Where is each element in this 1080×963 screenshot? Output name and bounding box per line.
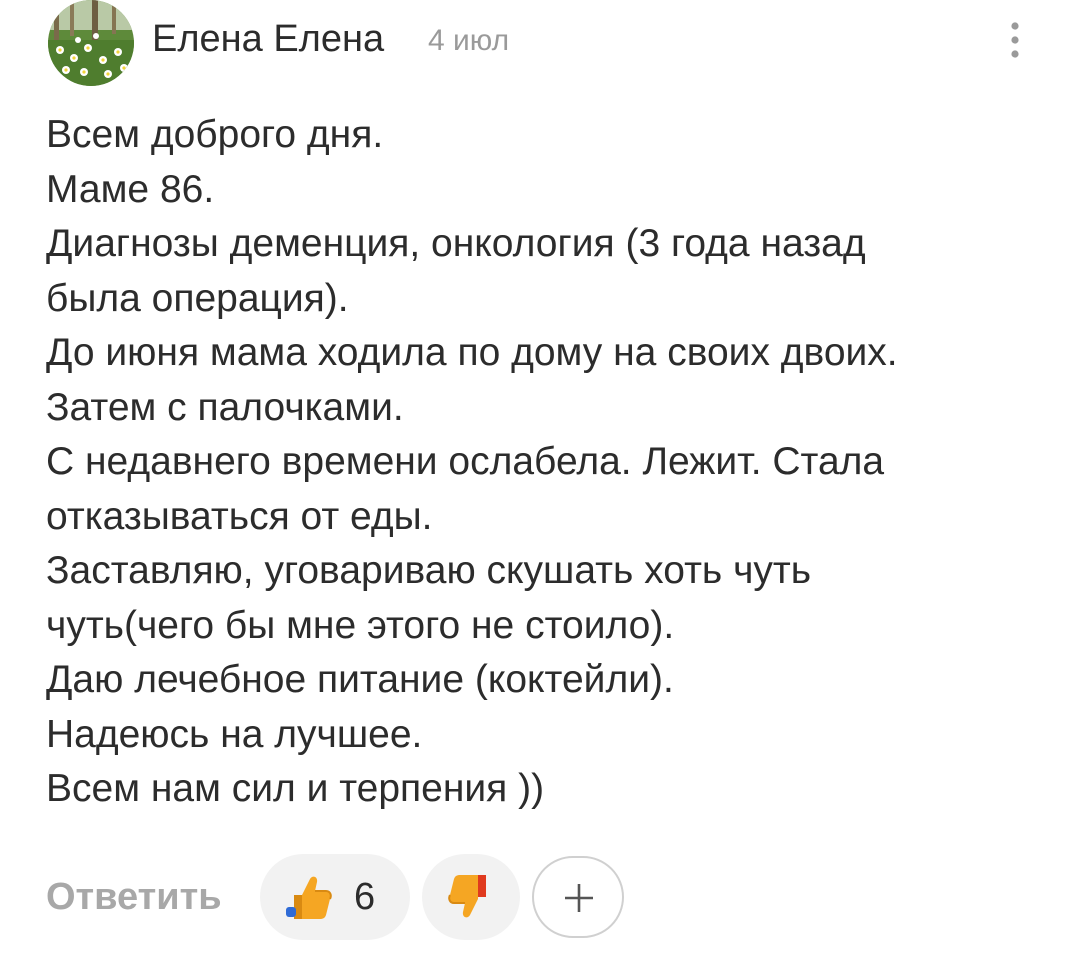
more-options-button[interactable] (998, 18, 1032, 62)
like-button[interactable]: 6 (260, 854, 410, 940)
comment-line: была операция). (46, 276, 349, 320)
comment-text: Всем доброго дня. Маме 86. Диагнозы деме… (46, 108, 1046, 817)
comment-line: С недавнего времени ослабела. Лежит. Ста… (46, 440, 885, 483)
comment-actions: Ответить 6 (46, 852, 1046, 942)
like-count: 6 (354, 876, 376, 918)
comment: Елена Елена 4 июл Всем доброго дня. Маме… (0, 0, 1080, 963)
avatar-daisies-image (48, 0, 134, 86)
comment-line: Всем доброго дня. (46, 113, 384, 156)
dislike-button[interactable] (422, 854, 520, 940)
thumbs-up-icon (286, 876, 332, 919)
comment-line: чуть(чего бы мне этого не стоило). (46, 603, 675, 647)
more-vertical-icon (1011, 22, 1019, 58)
add-reaction-button[interactable] (532, 856, 624, 938)
comment-line: Заставляю, уговариваю скушать хоть чуть (46, 549, 812, 592)
author-name[interactable]: Елена Елена (152, 18, 384, 61)
comment-line: Надеюсь на лучшее. (46, 712, 423, 756)
comment-line: Маме 86. (46, 167, 215, 211)
comment-date: 4 июл (428, 24, 510, 57)
comment-line: Затем с палочками. (46, 385, 404, 429)
avatar[interactable] (48, 0, 134, 86)
comment-line: До июня мама ходила по дому на своих дво… (46, 331, 898, 374)
thumbs-down-icon (448, 875, 486, 918)
reply-button[interactable]: Ответить (46, 876, 222, 919)
comment-line: Диагнозы деменция, онкология (3 года наз… (46, 222, 866, 265)
plus-icon (565, 884, 593, 912)
comment-line: отказываться от еды. (46, 494, 433, 538)
comment-line: Всем нам сил и терпения )) (46, 767, 545, 810)
comment-line: Даю лечебное питание (коктейли). (46, 658, 674, 701)
